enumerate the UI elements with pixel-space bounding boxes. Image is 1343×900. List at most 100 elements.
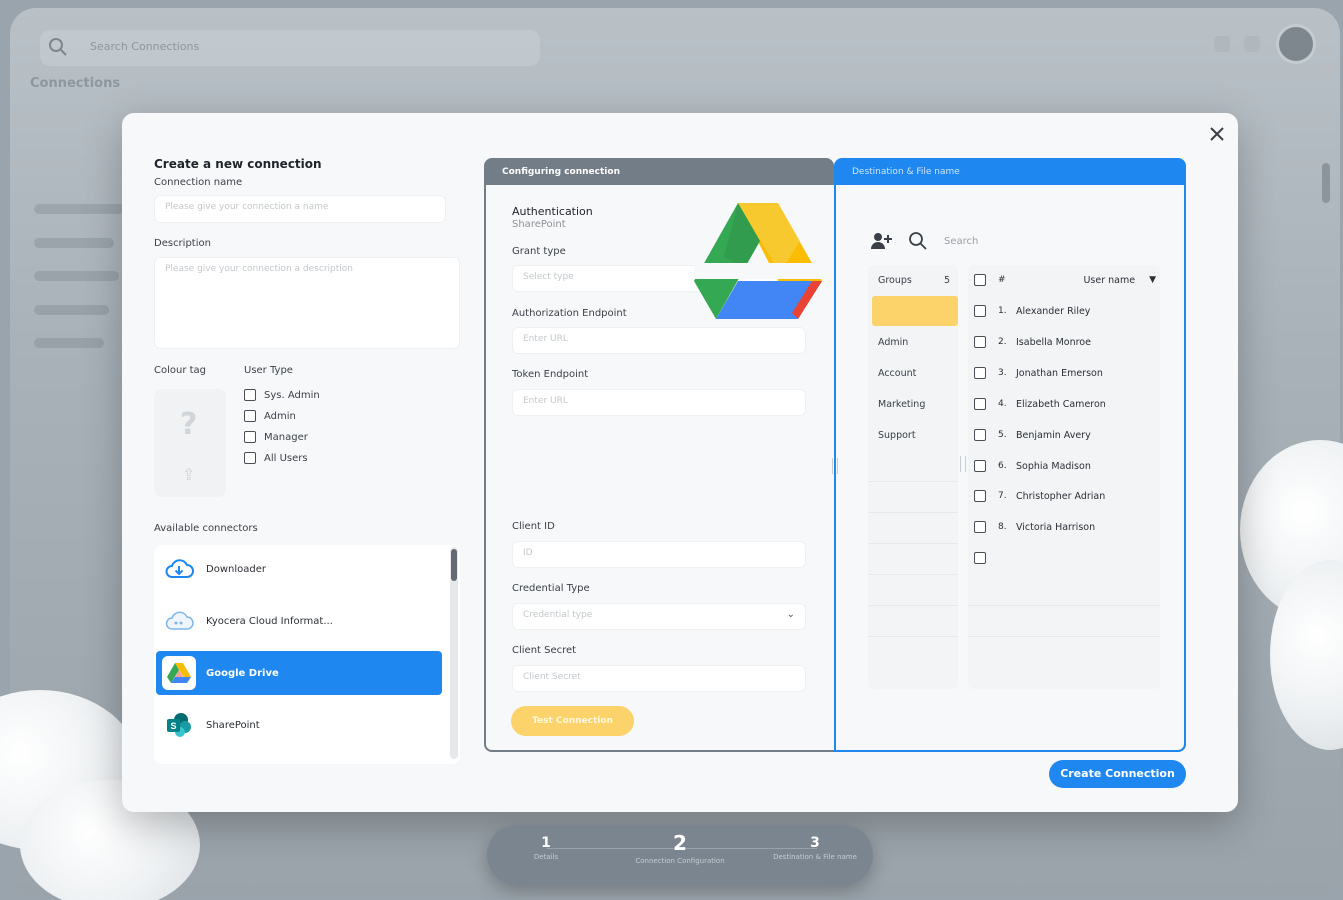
user-name: Alexander Riley xyxy=(1016,305,1091,317)
connectors-scrollbar[interactable] xyxy=(450,547,458,759)
user-row[interactable]: 7. Christopher Adrian xyxy=(974,483,1156,509)
user-name: Sophia Madison xyxy=(1016,460,1091,472)
connector-label: Downloader xyxy=(206,563,266,575)
user-name: Victoria Harrison xyxy=(1016,521,1096,533)
background-row xyxy=(34,338,104,348)
scrollbar-thumb[interactable] xyxy=(451,549,457,581)
step-connection-configuration[interactable]: 2 Connection Configuration xyxy=(635,831,725,866)
connection-name-input[interactable]: Please give your connection a name xyxy=(154,195,446,223)
user-search-input[interactable]: Search xyxy=(944,236,978,247)
checkbox[interactable] xyxy=(974,336,986,348)
row-divider xyxy=(868,636,958,637)
connectors-list: Downloader Kyocera Cloud Informat... Goo… xyxy=(154,545,460,764)
checkbox[interactable] xyxy=(974,305,986,317)
group-item-support[interactable]: Support xyxy=(872,420,958,450)
user-search-bar: Search xyxy=(866,223,1158,259)
group-item-admin[interactable]: Admin xyxy=(872,327,958,357)
wizard-stepper: 1 Details 2 Connection Configuration 3 D… xyxy=(487,825,873,885)
user-row[interactable]: 3. Jonathan Emerson xyxy=(974,360,1156,386)
user-row[interactable]: 1. Alexander Riley xyxy=(974,298,1156,324)
modal-title: Create a new connection xyxy=(154,157,322,171)
credential-type-placeholder: Credential type xyxy=(523,610,593,620)
user-type-manager[interactable]: Manager xyxy=(244,431,308,443)
checkbox[interactable] xyxy=(244,452,256,464)
background-row xyxy=(34,238,114,248)
checkbox[interactable] xyxy=(244,410,256,422)
row-divider xyxy=(868,605,958,606)
checkbox-label: Admin xyxy=(264,410,296,422)
row-divider xyxy=(868,512,958,513)
step-number: 3 xyxy=(810,835,820,851)
user-row[interactable]: 2. Isabella Monroe xyxy=(974,329,1156,355)
step-label: Connection Configuration xyxy=(635,857,725,865)
connection-name-label: Connection name xyxy=(154,177,243,188)
users-header-name[interactable]: User name xyxy=(1016,275,1149,286)
user-type-all-users[interactable]: All Users xyxy=(244,452,308,464)
row-divider xyxy=(868,574,958,575)
user-row[interactable]: 5. Benjamin Avery xyxy=(974,422,1156,448)
background-settings-icon xyxy=(1244,36,1260,52)
connector-sharepoint[interactable]: S SharePoint xyxy=(156,703,442,747)
user-name: Isabella Monroe xyxy=(1016,336,1091,348)
groups-header-label: Groups xyxy=(878,275,912,286)
group-item-selected[interactable] xyxy=(872,296,958,326)
kyocera-cloud-icon xyxy=(162,604,196,638)
groups-count: 5 xyxy=(943,275,950,286)
create-connection-button[interactable]: Create Connection xyxy=(1049,760,1186,788)
search-icon xyxy=(909,232,927,250)
tab-configuring-connection[interactable]: Configuring connection xyxy=(484,158,834,188)
user-row-empty[interactable] xyxy=(974,545,1156,571)
checkbox[interactable] xyxy=(974,460,986,472)
background-search-text: Search Connections xyxy=(90,40,200,53)
sort-down-icon[interactable]: ▼ xyxy=(1149,275,1156,285)
colour-tag-picker[interactable]: ? ⇪ xyxy=(154,389,226,497)
connector-kyocera[interactable]: Kyocera Cloud Informat... xyxy=(156,599,442,643)
user-type-sys-admin[interactable]: Sys. Admin xyxy=(244,389,320,401)
token-endpoint-input[interactable]: Enter URL xyxy=(512,389,806,416)
user-type-admin[interactable]: Admin xyxy=(244,410,296,422)
user-row[interactable]: 4. Elizabeth Cameron xyxy=(974,391,1156,417)
groups-list: Groups 5 Admin Account Marketing Support xyxy=(868,265,958,689)
checkbox[interactable] xyxy=(974,490,986,502)
sharepoint-icon: S xyxy=(162,708,196,742)
close-button[interactable] xyxy=(1206,123,1228,145)
group-item-marketing[interactable]: Marketing xyxy=(872,389,958,419)
test-connection-button[interactable]: Test Connection xyxy=(511,706,634,736)
auth-subtitle: SharePoint xyxy=(512,219,566,230)
client-id-input[interactable]: ID xyxy=(512,541,806,568)
checkbox-label: Sys. Admin xyxy=(264,389,320,401)
connector-downloader[interactable]: Downloader xyxy=(156,547,442,591)
user-num: 7. xyxy=(998,491,1007,501)
step-destination[interactable]: 3 Destination & File name xyxy=(770,835,860,862)
upload-icon: ⇪ xyxy=(182,465,196,484)
credential-type-select[interactable]: Credential type ⌄ xyxy=(512,603,806,630)
google-drive-logo-icon xyxy=(694,203,822,319)
checkbox[interactable] xyxy=(974,367,986,379)
checkbox[interactable] xyxy=(974,552,986,564)
description-input[interactable]: Please give your connection a descriptio… xyxy=(154,257,460,349)
step-number: 1 xyxy=(541,835,551,851)
add-user-icon[interactable] xyxy=(870,231,892,251)
group-item-account[interactable]: Account xyxy=(872,358,958,388)
step-label: Details xyxy=(533,853,559,861)
step-details[interactable]: 1 Details xyxy=(501,835,591,862)
checkbox[interactable] xyxy=(244,389,256,401)
auth-endpoint-input[interactable]: Enter URL xyxy=(512,327,806,354)
column-resize-handle[interactable] xyxy=(960,456,966,472)
grant-type-placeholder: Select type xyxy=(523,272,574,282)
search-icon xyxy=(49,38,67,56)
connector-google-drive[interactable]: Google Drive xyxy=(156,651,442,695)
select-all-checkbox[interactable] xyxy=(974,274,986,286)
checkbox[interactable] xyxy=(244,431,256,443)
checkbox[interactable] xyxy=(974,429,986,441)
checkbox[interactable] xyxy=(974,521,986,533)
users-header-num: # xyxy=(998,275,1006,285)
checkbox[interactable] xyxy=(974,398,986,410)
tab-destination-file-name[interactable]: Destination & File name xyxy=(834,158,1186,188)
row-divider xyxy=(868,481,958,482)
user-row[interactable]: 6. Sophia Madison xyxy=(974,453,1156,479)
user-row[interactable]: 8. Victoria Harrison xyxy=(974,514,1156,540)
connector-label: Google Drive xyxy=(206,667,279,679)
client-secret-input[interactable]: Client Secret xyxy=(512,665,806,692)
panel-resize-handle[interactable] xyxy=(832,458,838,474)
